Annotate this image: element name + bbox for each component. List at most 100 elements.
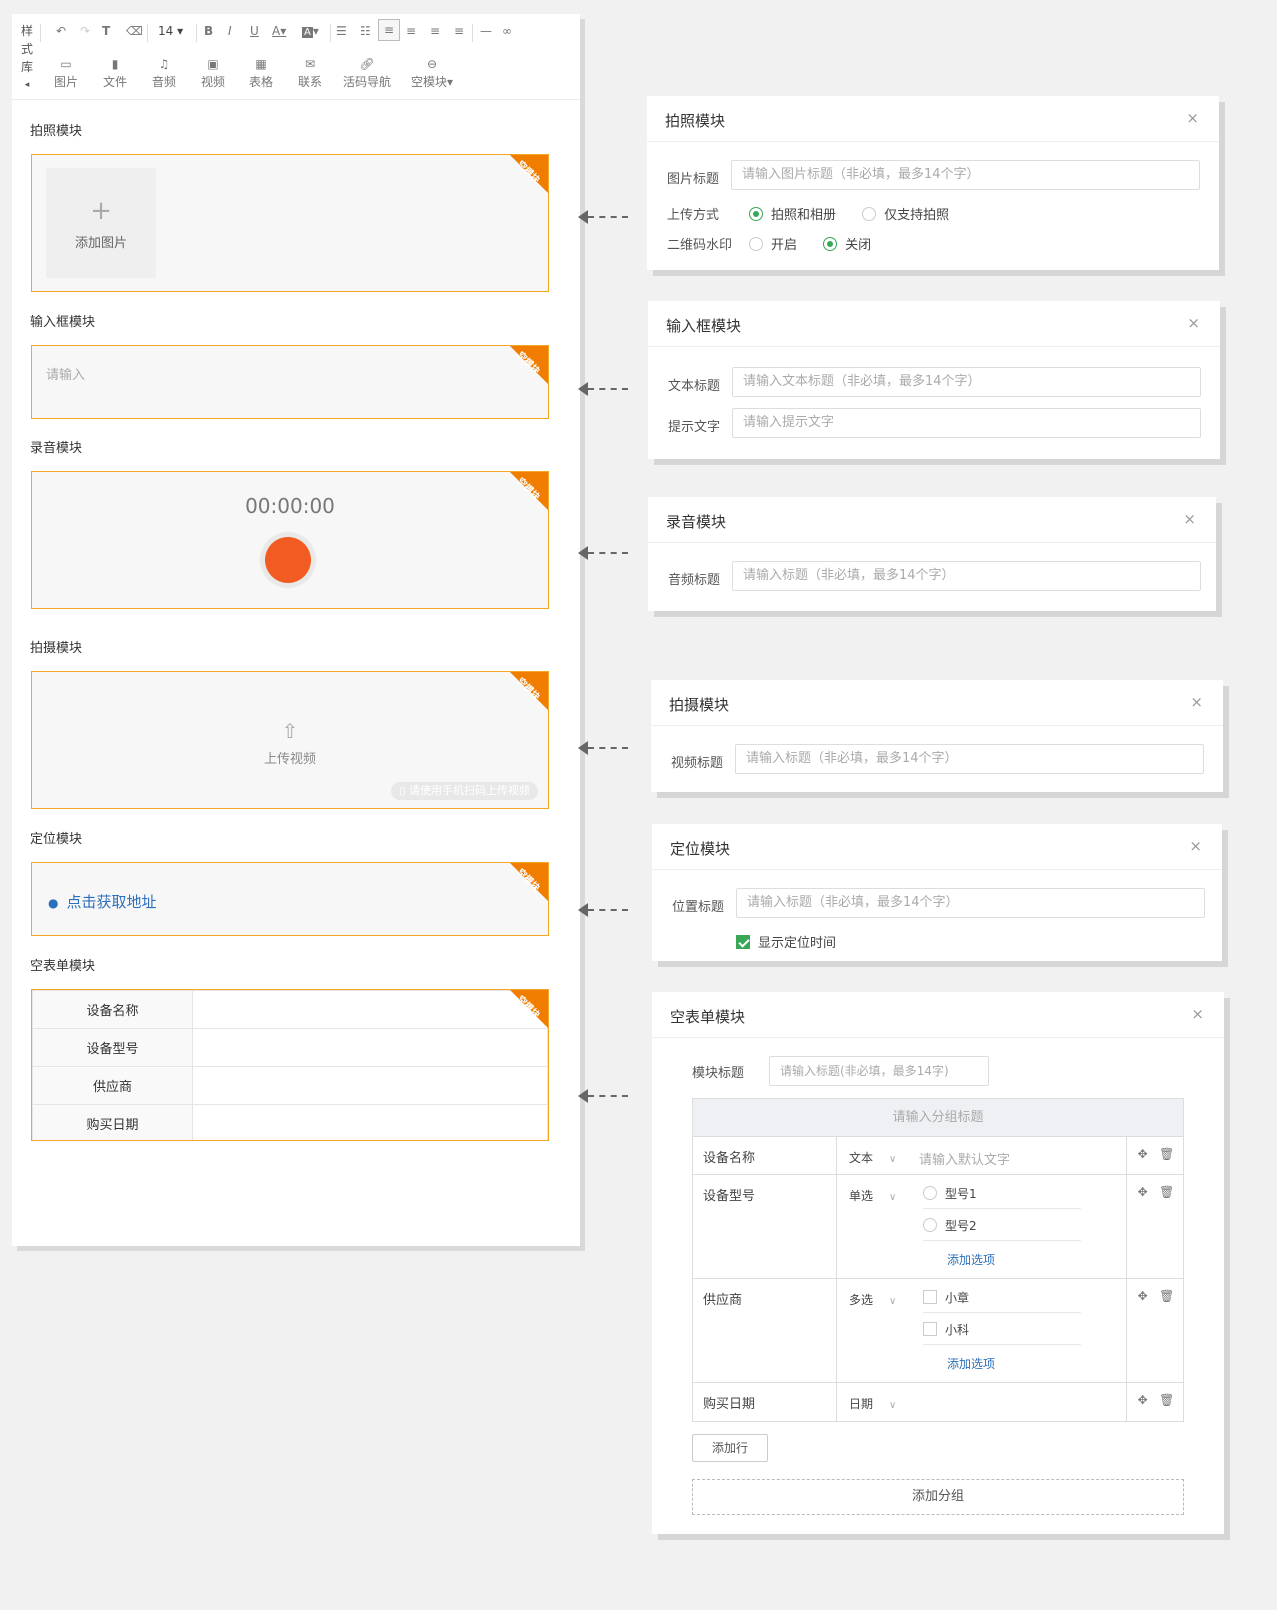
insert-file-button[interactable]: ▮ 文件: [88, 55, 142, 91]
insert-qr-nav-button[interactable]: 🔗︎ 活码导航: [338, 55, 396, 91]
group-title-input[interactable]: 请输入分组标题: [693, 1099, 1183, 1137]
upload-icon: ⇧: [281, 719, 299, 743]
font-size-select[interactable]: 14 ▾: [158, 22, 183, 40]
default-text-input[interactable]: 请输入默认文字: [919, 1149, 1010, 1168]
panel-title: 空表单模块: [670, 1008, 746, 1026]
image-title-input[interactable]: 请输入图片标题（非必填，最多14个字）: [731, 160, 1200, 190]
video-title-input[interactable]: 请输入标题（非必填，最多14个字）: [735, 744, 1204, 774]
close-icon[interactable]: ×: [1183, 510, 1196, 528]
audio-title-input[interactable]: 请输入标题（非必填，最多14个字）: [732, 561, 1201, 591]
add-group-button[interactable]: 添加分组: [692, 1479, 1184, 1515]
close-icon[interactable]: ×: [1187, 314, 1200, 332]
delete-icon[interactable]: 🗑︎: [1159, 1147, 1174, 1161]
horizontal-rule-icon[interactable]: —: [480, 22, 492, 40]
record-timer: 00:00:00: [245, 494, 335, 518]
record-button[interactable]: [260, 532, 316, 588]
bold-icon[interactable]: B: [204, 22, 213, 40]
font-color-icon[interactable]: A▾: [272, 22, 286, 40]
radio-photo-only[interactable]: 仅支持拍照: [862, 207, 949, 223]
form-module-block[interactable]: 设备名称 设备型号 供应商 购买日期 空模块: [31, 989, 549, 1141]
toolbar-divider: [330, 24, 331, 42]
video-settings-panel: 拍摄模块 × 视频标题 请输入标题（非必填，最多14个字）: [651, 680, 1223, 792]
module-icon: ⊖: [426, 57, 438, 71]
hint-text-input[interactable]: 请输入提示文字: [732, 408, 1201, 438]
move-icon[interactable]: ✥: [1138, 1185, 1148, 1199]
align-justify-icon[interactable]: ≡: [454, 22, 464, 40]
close-icon[interactable]: ×: [1186, 109, 1199, 127]
panel-title: 拍照模块: [665, 112, 726, 130]
toolbar-divider: [472, 24, 473, 42]
move-icon[interactable]: ✥: [1138, 1147, 1148, 1161]
get-address-link[interactable]: ● 点击获取地址: [48, 891, 157, 912]
option-item[interactable]: 型号2: [923, 1211, 1081, 1241]
insert-empty-module-button[interactable]: ⊖ 空模块▾: [402, 55, 462, 91]
add-option-link[interactable]: 添加选项: [947, 1251, 995, 1268]
field-type-select[interactable]: 单选 ∨: [849, 1187, 896, 1204]
position-title-input[interactable]: 请输入标题（非必填，最多14个字）: [736, 888, 1205, 918]
italic-icon[interactable]: I: [228, 22, 232, 40]
photo-settings-panel: 拍照模块 × 图片标题 请输入图片标题（非必填，最多14个字） 上传方式 拍照和相…: [647, 96, 1219, 270]
add-row-button[interactable]: 添加行: [692, 1434, 768, 1462]
radio-watermark-on[interactable]: 开启: [749, 237, 797, 253]
field-type-select[interactable]: 日期 ∨: [849, 1395, 896, 1412]
link-icon: 🔗︎: [359, 57, 375, 71]
undo-icon[interactable]: ↶: [56, 22, 66, 40]
delete-icon[interactable]: 🗑︎: [1159, 1185, 1174, 1199]
option-item[interactable]: 小章: [923, 1283, 1081, 1313]
style-library-toggle[interactable]: 样 式 库 ◂: [19, 22, 35, 94]
show-location-time-checkbox[interactable]: 显示定位时间: [736, 932, 836, 951]
record-section-title: 录音模块: [30, 441, 83, 456]
plus-icon: +: [90, 196, 112, 226]
insert-audio-button[interactable]: ♫ 音频: [137, 55, 191, 91]
location-section-title: 定位模块: [30, 832, 83, 847]
move-icon[interactable]: ✥: [1138, 1393, 1148, 1407]
redo-icon[interactable]: ↷: [80, 22, 90, 40]
eraser-icon[interactable]: ⌫: [126, 22, 143, 40]
format-painter-icon[interactable]: T: [102, 22, 110, 40]
text-title-input[interactable]: 请输入文本标题（非必填，最多14个字）: [732, 367, 1201, 397]
radio-photo-and-album[interactable]: 拍照和相册: [749, 207, 836, 223]
ordered-list-icon[interactable]: ☰: [336, 22, 347, 40]
unordered-list-icon[interactable]: ☷: [360, 22, 371, 40]
option-item[interactable]: 型号1: [923, 1179, 1081, 1209]
delete-icon[interactable]: 🗑︎: [1159, 1393, 1174, 1407]
option-item[interactable]: 小科: [923, 1315, 1081, 1345]
align-left-icon[interactable]: ≡: [378, 19, 400, 41]
upload-video-button[interactable]: ⇧ 上传视频: [32, 720, 548, 767]
underline-icon[interactable]: U: [250, 22, 259, 40]
table-row: 设备型号 单选 ∨ 型号1 型号2 添加选项 ✥ 🗑︎: [693, 1175, 1183, 1279]
align-center-icon[interactable]: ≡: [406, 22, 416, 40]
music-icon: ♫: [158, 57, 170, 71]
panel-title: 定位模块: [670, 840, 731, 858]
toolbar-divider: [147, 24, 148, 42]
radio-watermark-off[interactable]: 关闭: [823, 237, 871, 253]
close-icon[interactable]: ×: [1191, 1005, 1204, 1023]
insert-image-button[interactable]: ▭ 图片: [39, 55, 93, 91]
insert-video-button[interactable]: ▣ 视频: [186, 55, 240, 91]
insert-contact-button[interactable]: ✉ 联系: [283, 55, 337, 91]
toolbar-divider: [196, 24, 197, 42]
video-icon: ▣: [207, 57, 219, 71]
close-icon[interactable]: ×: [1190, 693, 1203, 711]
highlight-color-icon[interactable]: A ▾: [302, 22, 319, 42]
add-image-button[interactable]: + 添加图片: [46, 168, 156, 278]
location-module-block[interactable]: 空模块 ● 点击获取地址: [31, 862, 549, 936]
close-icon[interactable]: ×: [1189, 837, 1202, 855]
align-right-icon[interactable]: ≡: [430, 22, 440, 40]
photo-section-title: 拍照模块: [30, 124, 83, 139]
delete-icon[interactable]: 🗑︎: [1159, 1289, 1174, 1303]
form-field-table: 请输入分组标题 设备名称 文本 ∨ 请输入默认文字 ✥ 🗑︎ 设备型号 单选 ∨ 型…: [692, 1098, 1184, 1422]
move-icon[interactable]: ✥: [1138, 1289, 1148, 1303]
field-type-select[interactable]: 多选 ∨: [849, 1291, 896, 1308]
field-type-select[interactable]: 文本 ∨: [849, 1149, 896, 1166]
video-module-block[interactable]: 空模块 ⇧ 上传视频 ▯ 请使用手机扫码上传视频: [31, 671, 549, 809]
input-module-block[interactable]: 空模块 请输入: [31, 345, 549, 419]
module-title-input[interactable]: 请输入标题(非必填，最多14字): [769, 1056, 989, 1086]
add-option-link[interactable]: 添加选项: [947, 1355, 995, 1372]
photo-module-block[interactable]: 空模块 + 添加图片: [31, 154, 549, 292]
table-row: 供应商: [32, 1066, 548, 1105]
record-module-block[interactable]: 空模块 00:00:00: [31, 471, 549, 609]
link-chain-icon[interactable]: ∞: [502, 22, 512, 40]
panel-title: 输入框模块: [666, 317, 742, 335]
insert-table-button[interactable]: ▦ 表格: [234, 55, 288, 91]
